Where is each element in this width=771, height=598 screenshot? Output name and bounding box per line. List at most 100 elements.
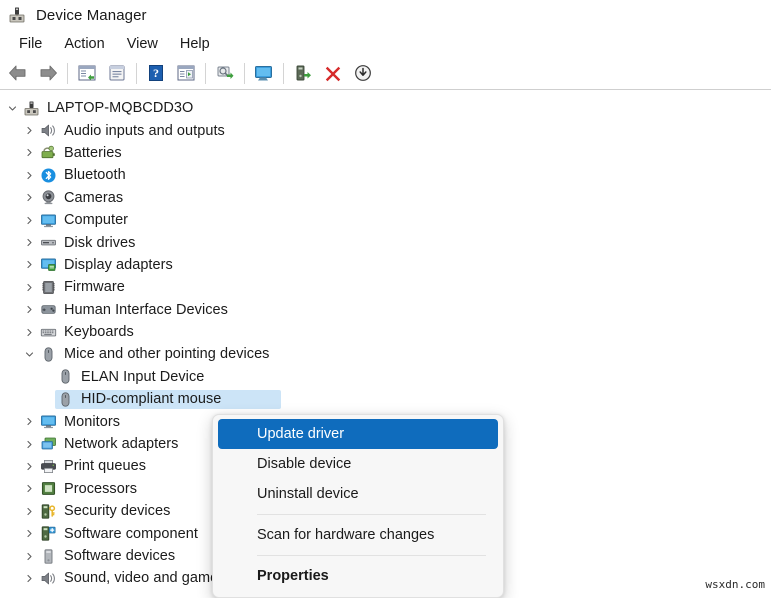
tree-row[interactable]: Human Interface Devices [0,299,771,321]
chevron-right-icon[interactable] [21,171,38,180]
window-title: Device Manager [36,6,147,24]
context-menu-update-driver[interactable]: Update driver [218,419,498,449]
tree-node-label: Software devices [64,548,176,564]
chevron-right-icon[interactable] [21,574,38,583]
menu-help[interactable]: Help [169,34,221,54]
tree-row[interactable]: Disk drives [0,231,771,253]
context-menu-disable-device[interactable]: Disable device [218,449,498,479]
toolbar-action-pane[interactable] [171,59,201,87]
chevron-right-icon[interactable] [21,507,38,516]
chevron-right-icon[interactable] [21,238,38,247]
tree-row[interactable]: Audio inputs and outputs [0,119,771,141]
update-driver-icon [293,64,313,82]
toolbar-disable-device[interactable] [348,59,378,87]
chevron-down-icon[interactable] [4,104,21,113]
display-icon [253,64,275,82]
chevron-right-icon[interactable] [21,193,38,202]
tree-row[interactable]: Computer [0,209,771,231]
chevron-right-icon[interactable] [21,328,38,337]
tree-row[interactable]: ELAN Input Device [0,366,771,388]
tree-node-label: Firmware [64,279,125,296]
tree-row[interactable]: Batteries [0,142,771,164]
toolbar-separator [136,62,137,84]
chevron-right-icon[interactable] [21,440,38,449]
chevron-right-icon[interactable] [21,417,38,426]
chevron-down-icon[interactable] [21,350,38,359]
disk-drive-icon [40,234,57,251]
camera-icon [40,189,57,206]
toolbar: ? [0,57,771,90]
chevron-right-icon[interactable] [21,529,38,538]
security-device-icon [40,503,57,520]
tree-row[interactable]: LAPTOP-MQBCDD3O [0,97,771,119]
software-device-icon [40,548,57,565]
menu-action[interactable]: Action [53,34,115,54]
chevron-right-icon[interactable] [21,552,38,561]
uninstall-device-icon [324,64,342,82]
toolbar-display[interactable] [249,59,279,87]
toolbar-scan-hardware[interactable] [210,59,240,87]
tree-node-label: Batteries [64,144,122,161]
tree-row-hid-compliant-mouse[interactable]: HID-compliant mouse [0,388,771,410]
chevron-right-icon[interactable] [21,148,38,157]
show-hide-console-tree-icon [77,64,97,82]
chevron-right-icon[interactable] [21,260,38,269]
chevron-right-icon[interactable] [21,283,38,292]
chevron-right-icon[interactable] [21,462,38,471]
tree-node-label: Audio inputs and outputs [64,122,225,139]
toolbar-properties[interactable] [102,59,132,87]
tree-node-label: Computer [64,212,129,229]
title-bar: Device Manager [0,0,771,30]
device-manager-icon [8,6,26,24]
tree-row[interactable]: Bluetooth [0,164,771,186]
tree-row[interactable]: Firmware [0,276,771,298]
tree-node-label: Keyboards [64,324,134,341]
tree-node-label: ELAN Input Device [81,368,205,385]
tree-node-label: Software component [64,525,198,542]
chevron-right-icon[interactable] [21,126,38,135]
toolbar-back[interactable] [3,59,33,87]
context-menu-scan-hardware[interactable]: Scan for hardware changes [218,520,498,550]
scan-hardware-changes-icon [215,64,235,82]
speaker-icon [40,570,57,587]
tree-node-label: Mice and other pointing devices [64,346,270,363]
toolbar-update-driver[interactable] [288,59,318,87]
chevron-right-icon[interactable] [21,484,38,493]
context-menu-uninstall-device[interactable]: Uninstall device [218,479,498,509]
software-component-icon [40,525,57,542]
chevron-right-icon[interactable] [21,216,38,225]
tree-row[interactable]: Mice and other pointing devices [0,343,771,365]
menu-file[interactable]: File [8,34,53,54]
context-menu-properties[interactable]: Properties [218,561,498,591]
monitor-icon [40,212,57,229]
context-menu[interactable]: Update driver Disable device Uninstall d… [212,414,504,598]
toolbar-forward[interactable] [33,59,63,87]
help-icon: ? [147,64,165,82]
chevron-right-icon[interactable] [21,305,38,314]
toolbar-separator [67,62,68,84]
menu-view[interactable]: View [116,34,169,54]
computer-node-icon [23,100,40,117]
network-adapter-icon [40,436,57,453]
toolbar-uninstall-device[interactable] [318,59,348,87]
tree-row[interactable]: Keyboards [0,321,771,343]
tree-node-label: Monitors [64,413,120,430]
svg-text:?: ? [153,66,159,80]
tree-row[interactable]: Cameras [0,187,771,209]
context-menu-separator [257,555,486,556]
speaker-icon [40,122,57,139]
keyboard-icon [40,324,57,341]
tree-node-label: HID-compliant mouse [81,391,222,408]
disable-device-icon [354,64,372,82]
toolbar-separator [244,62,245,84]
toolbar-console-tree[interactable] [72,59,102,87]
bluetooth-icon [40,167,57,184]
toolbar-help[interactable]: ? [141,59,171,87]
display-adapter-icon [40,256,57,273]
tree-node-label: Display adapters [64,256,173,273]
forward-arrow-icon [37,64,59,82]
show-hide-action-pane-icon [176,64,196,82]
firmware-icon [40,279,57,296]
tree-row[interactable]: Display adapters [0,254,771,276]
tree-node-label: Disk drives [64,234,136,251]
